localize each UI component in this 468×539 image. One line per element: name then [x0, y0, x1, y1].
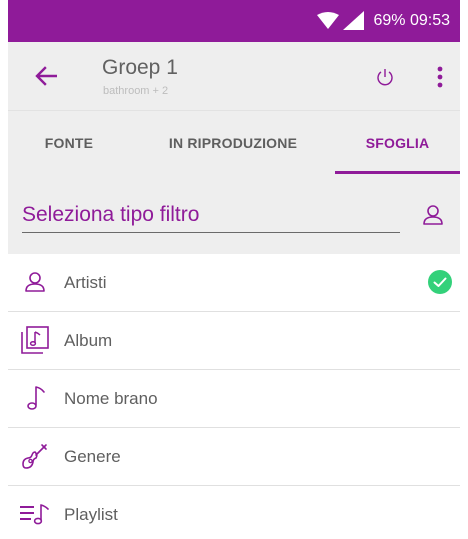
more-options-button[interactable] [428, 62, 452, 92]
power-icon [377, 69, 393, 86]
list-item-label: Genere [64, 447, 121, 466]
list-item-playlist[interactable]: Playlist [8, 486, 460, 539]
more-vert-icon [437, 66, 443, 88]
list-item-label: Artisti [64, 273, 107, 292]
app-bar: Groep 1 bathroom + 2 [8, 42, 460, 110]
user-icon [423, 205, 443, 225]
list-item-label: Playlist [64, 505, 118, 524]
list-item-label: Album [64, 331, 113, 350]
tab-bar: FONTE IN RIPRODUZIONE SFOGLIA [8, 110, 460, 174]
list-item-artisti[interactable]: Artisti [8, 254, 460, 312]
list-item-genere[interactable]: Genere [8, 428, 460, 486]
tab-fonte[interactable]: FONTE [8, 111, 130, 175]
playlist-icon [20, 499, 50, 529]
filter-user-button[interactable] [420, 202, 446, 228]
filter-bar: Seleziona tipo filtro [8, 174, 460, 254]
page-subtitle: bathroom + 2 [103, 85, 169, 97]
tab-sfoglia[interactable]: SFOGLIA [335, 111, 460, 175]
page-title: Groep 1 [102, 56, 178, 79]
filter-underline [22, 232, 400, 233]
music-note-icon [20, 383, 50, 413]
wifi-icon [317, 12, 340, 29]
signal-icon [343, 11, 365, 30]
status-icons: 69% 09:53 [317, 0, 450, 42]
check-circle-icon [428, 270, 452, 294]
back-button[interactable] [30, 60, 62, 92]
filter-type-list: Artisti Album Nome brano Genere Playlist [8, 254, 460, 539]
power-button[interactable] [370, 62, 400, 92]
list-item-label: Nome brano [64, 389, 158, 408]
status-bar: 69% 09:53 [8, 0, 460, 42]
list-item-nome-brano[interactable]: Nome brano [8, 370, 460, 428]
filter-type-select[interactable]: Seleziona tipo filtro [22, 203, 199, 227]
battery-time-text: 69% 09:53 [373, 12, 450, 29]
tab-in-riproduzione[interactable]: IN RIPRODUZIONE [148, 111, 318, 175]
arrow-left-icon [35, 66, 57, 86]
album-icon [20, 325, 50, 355]
user-icon [20, 267, 50, 297]
guitar-icon [20, 441, 50, 471]
list-item-album[interactable]: Album [8, 312, 460, 370]
